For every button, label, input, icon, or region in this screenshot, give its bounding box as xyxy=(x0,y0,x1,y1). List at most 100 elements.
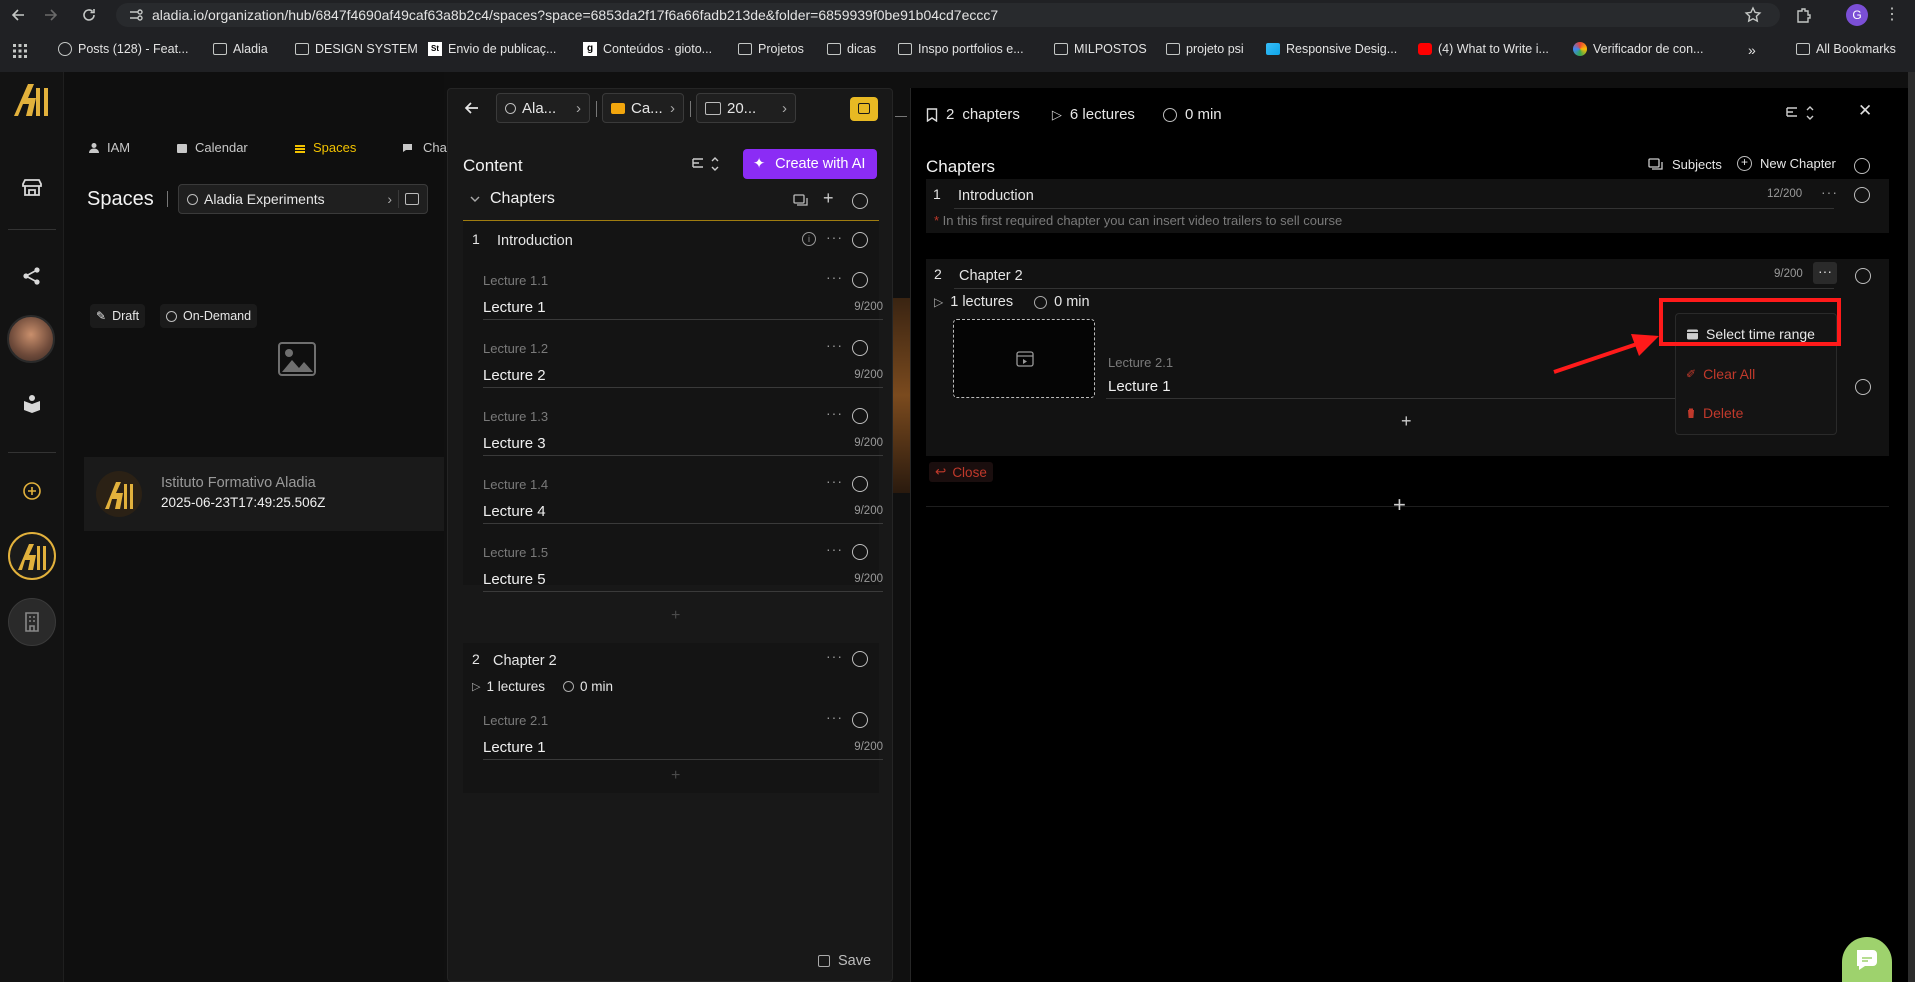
sort-button[interactable] xyxy=(687,149,725,179)
org-avatar[interactable] xyxy=(8,532,56,580)
chapter-name[interactable]: Introduction xyxy=(958,188,1034,204)
lecture-row[interactable]: Lecture 1.4 ··· Lecture 4 9/200 xyxy=(483,473,883,525)
lecture-row[interactable]: Lecture 1.3 ··· Lecture 3 9/200 xyxy=(483,405,883,457)
more-icon[interactable]: ··· xyxy=(1821,184,1838,200)
more-icon[interactable]: ··· xyxy=(826,229,843,245)
lecture-title[interactable]: Lecture 1 xyxy=(1108,378,1171,395)
more-icon[interactable]: ··· xyxy=(826,648,843,664)
add-circle-icon[interactable] xyxy=(20,479,44,503)
menu-item-clear-all[interactable]: ✐ Clear All xyxy=(1686,366,1755,382)
chapters-header[interactable]: Chapters + xyxy=(463,185,879,221)
scrollbar[interactable] xyxy=(1908,72,1915,982)
forward-icon[interactable] xyxy=(42,6,60,24)
select-circle[interactable] xyxy=(852,712,868,728)
bookmark-posts[interactable]: Posts (128) - Feat... xyxy=(58,42,188,56)
more-icon[interactable]: ··· xyxy=(826,709,843,725)
select-circle[interactable] xyxy=(1855,379,1871,395)
select-circle[interactable] xyxy=(1854,187,1870,203)
chat-widget-button[interactable] xyxy=(1842,937,1892,982)
bookmark-conteudos[interactable]: g Conteúdos · gioto... xyxy=(583,42,712,56)
select-circle[interactable] xyxy=(1855,268,1871,284)
info-icon[interactable]: i xyxy=(802,232,816,246)
select-circle[interactable] xyxy=(852,272,868,288)
user-avatar[interactable] xyxy=(7,315,55,363)
bookmark-projeto-psi[interactable]: projeto psi xyxy=(1166,42,1244,56)
select-circle[interactable] xyxy=(852,544,868,560)
subjects-button[interactable]: Subjects xyxy=(1648,157,1722,172)
store-icon[interactable] xyxy=(20,176,44,200)
more-icon[interactable]: ··· xyxy=(826,405,843,421)
tab-calendar[interactable]: Calendar xyxy=(176,140,248,155)
bookmark-dicas[interactable]: dicas xyxy=(827,42,876,56)
chapter-name[interactable]: Chapter 2 xyxy=(493,653,557,669)
add-lecture-icon[interactable]: + xyxy=(671,607,680,625)
lecture-title[interactable]: Lecture 1 xyxy=(483,299,546,316)
url-text[interactable]: aladia.io/organization/hub/6847f4690af49… xyxy=(152,7,998,23)
bookmark-inspo[interactable]: Inspo portfolios e... xyxy=(898,42,1024,56)
share-icon[interactable] xyxy=(20,264,44,288)
lecture-row[interactable]: Lecture 1.5 ··· Lecture 5 9/200 xyxy=(483,541,883,593)
bookmark-verificador[interactable]: Verificador de con... xyxy=(1573,42,1703,56)
subjects-icon[interactable] xyxy=(793,194,809,207)
crumb-space[interactable]: Ala... › xyxy=(496,93,590,123)
crumb-folder[interactable]: Ca... › xyxy=(602,93,684,123)
more-icon[interactable]: ··· xyxy=(826,541,843,557)
bookmark-projetos[interactable]: Projetos xyxy=(738,42,804,56)
sort-button[interactable] xyxy=(1779,98,1827,128)
lecture-row[interactable]: Lecture 1.2 ··· Lecture 2 9/200 xyxy=(483,337,883,389)
space-crumb[interactable]: Aladia Experiments › xyxy=(178,184,428,214)
add-lecture-icon[interactable]: + xyxy=(1401,411,1412,432)
video-thumbnail-dropzone[interactable] xyxy=(953,319,1095,398)
all-bookmarks[interactable]: All Bookmarks xyxy=(1796,42,1896,56)
tab-chat[interactable]: Cha xyxy=(402,140,447,155)
bookmark-responsive[interactable]: Responsive Desig... xyxy=(1266,42,1397,56)
lecture-row[interactable]: Lecture 2.1 ··· Lecture 1 9/200 xyxy=(483,709,883,761)
select-circle[interactable] xyxy=(852,408,868,424)
profile-avatar[interactable]: G xyxy=(1846,4,1868,26)
select-circle[interactable] xyxy=(852,476,868,492)
star-icon[interactable] xyxy=(1744,6,1762,24)
site-info-icon[interactable] xyxy=(128,8,144,22)
lecture-title[interactable]: Lecture 1 xyxy=(483,739,546,756)
select-circle[interactable] xyxy=(852,651,868,667)
aladia-logo[interactable] xyxy=(10,78,54,122)
lecture-title[interactable]: Lecture 3 xyxy=(483,435,546,452)
more-icon[interactable]: ··· xyxy=(826,473,843,489)
reload-icon[interactable] xyxy=(80,6,98,24)
close-icon[interactable]: ✕ xyxy=(1858,101,1872,121)
apps-grid-icon[interactable] xyxy=(12,43,28,59)
chapter-name[interactable]: Chapter 2 xyxy=(959,268,1023,284)
close-button[interactable]: ↩ Close xyxy=(929,462,993,482)
select-circle[interactable] xyxy=(852,340,868,356)
panel-icon[interactable] xyxy=(405,193,419,205)
back-icon[interactable] xyxy=(9,6,27,24)
tab-iam[interactable]: IAM xyxy=(88,140,130,155)
add-lecture-icon[interactable]: + xyxy=(671,767,680,785)
new-chapter-button[interactable]: + New Chapter xyxy=(1737,156,1836,171)
lecture-title[interactable]: Lecture 4 xyxy=(483,503,546,520)
add-chapter-icon[interactable]: + xyxy=(823,188,834,209)
more-icon[interactable]: ··· xyxy=(826,337,843,353)
create-with-ai-button[interactable]: ✦ Create with AI xyxy=(743,149,877,179)
toggle-panel-button[interactable] xyxy=(850,97,878,121)
select-circle[interactable] xyxy=(852,232,868,248)
menu-item-delete[interactable]: Delete xyxy=(1686,405,1743,421)
add-chapter-icon[interactable]: + xyxy=(1393,492,1406,518)
save-button[interactable]: Save xyxy=(818,953,871,969)
bookmark-envio[interactable]: St Envio de publicaç... xyxy=(428,42,556,56)
library-icon[interactable] xyxy=(20,392,44,416)
chapter-name[interactable]: Introduction xyxy=(497,233,573,249)
chapter-2-more-button[interactable]: ··· xyxy=(1813,262,1837,284)
lecture-row[interactable]: Lecture 1.1 ··· Lecture 1 9/200 xyxy=(483,269,883,321)
lecture-title[interactable]: Lecture 2 xyxy=(483,367,546,384)
crumb-course[interactable]: 20... › xyxy=(696,93,796,123)
back-arrow-icon[interactable] xyxy=(464,100,480,116)
select-circle[interactable] xyxy=(1854,158,1870,174)
browser-menu-icon[interactable]: ⋮ xyxy=(1884,7,1900,23)
bookmark-milpostos[interactable]: MILPOSTOS xyxy=(1054,42,1147,56)
more-icon[interactable]: ··· xyxy=(826,269,843,285)
tab-spaces[interactable]: Spaces xyxy=(294,140,356,155)
bookmark-what-to-write[interactable]: (4) What to Write i... xyxy=(1418,42,1549,56)
org-card[interactable]: Istituto Formativo Aladia 2025-06-23T17:… xyxy=(84,457,444,531)
bookmarks-overflow-icon[interactable]: » xyxy=(1748,42,1756,58)
